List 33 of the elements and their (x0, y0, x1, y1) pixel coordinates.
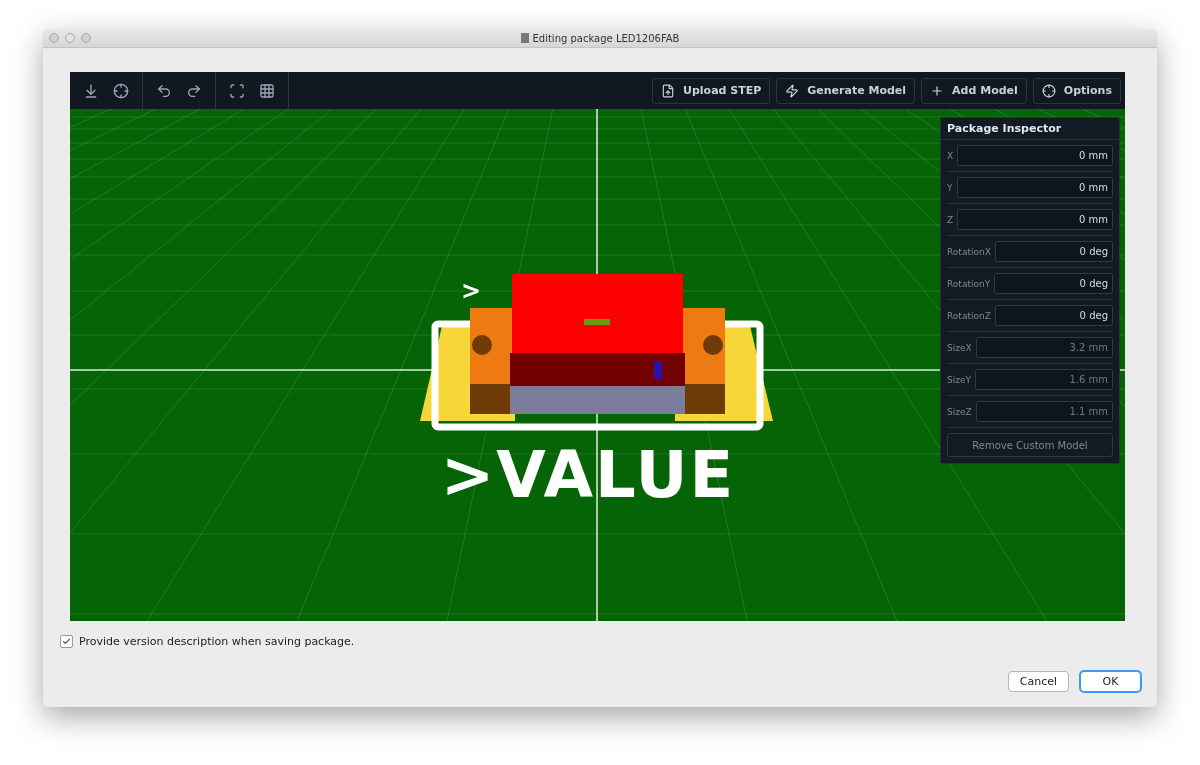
field-label: X (947, 150, 954, 161)
file-upload-icon (661, 83, 676, 98)
field-label: RotationZ (947, 310, 991, 321)
value-field[interactable]: 0 mm (956, 177, 1113, 198)
check-icon (62, 637, 71, 646)
ok-button[interactable]: OK (1080, 671, 1141, 692)
value-field[interactable]: 0 deg (994, 305, 1113, 326)
field-label: Z (947, 214, 954, 225)
toolbar-button[interactable]: Add Model (921, 77, 1027, 104)
toolbar-button[interactable]: Generate Model (776, 77, 916, 104)
plus-icon (930, 83, 945, 98)
field-label: SizeX (947, 342, 972, 353)
field-label: SizeZ (947, 406, 972, 417)
field-label: RotationY (947, 278, 991, 289)
field-label: SizeY (947, 374, 971, 385)
panel-title: Package Inspector (941, 118, 1119, 140)
field-label: RotationX (947, 246, 991, 257)
cancel-button[interactable]: Cancel (1008, 671, 1069, 692)
crosshair-icon (1041, 83, 1056, 98)
toolbar-button[interactable]: Upload STEP (652, 77, 771, 104)
silkscreen-label: > (460, 277, 481, 305)
value-field[interactable]: 0 deg (994, 241, 1113, 262)
value-field[interactable]: 0 mm (957, 209, 1113, 230)
value-field[interactable]: 0 mm (957, 145, 1113, 166)
document-icon (520, 33, 529, 43)
remove-model-button[interactable]: Remove Custom Model (947, 433, 1113, 457)
field-label: Y (947, 182, 953, 193)
value-field[interactable]: 0 deg (994, 273, 1113, 294)
checkbox[interactable] (60, 635, 73, 648)
window-title: Editing package LED1206FAB (520, 32, 680, 44)
checkbox-label: Provide version description when saving package. (79, 635, 355, 648)
toolbar-button[interactable]: Options (1032, 77, 1121, 104)
lightning-icon (785, 83, 800, 98)
